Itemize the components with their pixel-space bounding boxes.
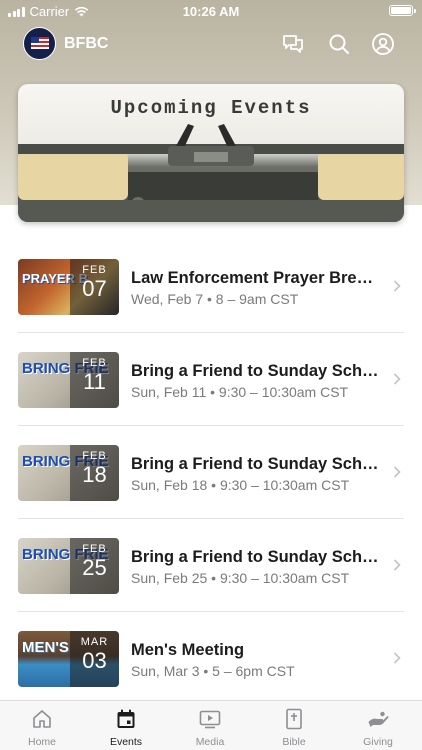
status-bar: Carrier 10:26 AM	[0, 0, 422, 22]
event-month: FEB	[82, 357, 107, 369]
thumbnail-text: MEN'S	[22, 639, 69, 656]
status-time: 10:26 AM	[182, 4, 240, 19]
tab-events[interactable]: Events	[84, 701, 168, 750]
tab-home[interactable]: Home	[0, 701, 84, 750]
event-thumbnail: BRING FRIE FEB 18	[18, 445, 119, 501]
tab-label: Bible	[282, 736, 306, 748]
event-thumbnail: BRING FRIE FEB 25	[18, 538, 119, 594]
bible-icon	[286, 708, 302, 730]
tab-label: Media	[195, 736, 225, 748]
tab-bar: Home Events Media Bible Giving	[0, 700, 422, 750]
event-item[interactable]: PRAYER B FEB 07 Law Enforcement Prayer B…	[0, 240, 422, 333]
search-icon[interactable]	[327, 32, 351, 56]
event-month: FEB	[82, 450, 107, 462]
banner-title: Upcoming Events	[110, 97, 312, 119]
chevron-right-icon	[393, 559, 401, 571]
calendar-icon	[117, 709, 135, 728]
app-title: BFBC	[64, 35, 109, 52]
event-datetime: Sun, Feb 25 • 9:30 – 10:30am CST	[131, 570, 350, 586]
event-title: Bring a Friend to Sunday Scho…	[131, 362, 381, 380]
chevron-right-icon	[393, 466, 401, 478]
tab-giving[interactable]: Giving	[336, 701, 420, 750]
event-list: PRAYER B FEB 07 Law Enforcement Prayer B…	[0, 240, 422, 705]
event-item[interactable]: BRING FRIE FEB 18 Bring a Friend to Sund…	[0, 426, 422, 519]
event-thumbnail: BRING FRIE FEB 11	[18, 352, 119, 408]
battery-icon	[389, 5, 416, 16]
chevron-right-icon	[393, 373, 401, 385]
event-title: Law Enforcement Prayer Brea…	[131, 269, 381, 287]
event-datetime: Sun, Mar 3 • 5 – 6pm CST	[131, 663, 295, 679]
date-badge: FEB 25	[70, 538, 119, 594]
event-thumbnail: PRAYER B FEB 07	[18, 259, 119, 315]
upcoming-events-banner: Upcoming Events	[18, 84, 404, 222]
tab-bible[interactable]: Bible	[252, 701, 336, 750]
event-month: FEB	[82, 264, 107, 276]
app-header: BFBC	[0, 22, 422, 66]
date-badge: FEB 11	[70, 352, 119, 408]
event-day: 03	[82, 648, 107, 673]
event-datetime: Sun, Feb 18 • 9:30 – 10:30am CST	[131, 477, 350, 493]
date-badge: MAR 03	[70, 631, 119, 687]
event-title: Bring a Friend to Sunday Scho…	[131, 455, 381, 473]
tab-label: Giving	[363, 736, 393, 748]
chat-icon[interactable]	[281, 32, 305, 56]
event-day: 18	[82, 462, 107, 487]
event-title: Men's Meeting	[131, 641, 245, 659]
date-badge: FEB 18	[70, 445, 119, 501]
event-day: 11	[83, 369, 106, 394]
event-month: FEB	[82, 543, 107, 555]
event-day: 25	[82, 555, 107, 580]
tab-media[interactable]: Media	[168, 701, 252, 750]
event-item[interactable]: MEN'S MAR 03 Men's Meeting Sun, Mar 3 • …	[0, 612, 422, 705]
event-thumbnail: MEN'S MAR 03	[18, 631, 119, 687]
event-datetime: Sun, Feb 11 • 9:30 – 10:30am CST	[131, 384, 349, 400]
tab-label: Events	[109, 736, 143, 748]
event-day: 07	[82, 276, 107, 301]
chevron-right-icon	[393, 280, 401, 292]
event-title: Bring a Friend to Sunday Scho…	[131, 548, 381, 566]
event-item[interactable]: BRING FRIE FEB 25 Bring a Friend to Sund…	[0, 519, 422, 612]
tab-label: Home	[27, 736, 56, 748]
event-datetime: Wed, Feb 7 • 8 – 9am CST	[131, 291, 299, 307]
church-logo[interactable]	[23, 27, 56, 60]
date-badge: FEB 07	[70, 259, 119, 315]
giving-icon	[368, 711, 389, 727]
home-icon	[33, 710, 51, 728]
media-icon	[199, 710, 221, 729]
profile-icon[interactable]	[371, 32, 395, 56]
event-item[interactable]: BRING FRIE FEB 11 Bring a Friend to Sund…	[0, 333, 422, 426]
event-month: MAR	[80, 636, 109, 648]
chevron-right-icon	[393, 652, 401, 664]
